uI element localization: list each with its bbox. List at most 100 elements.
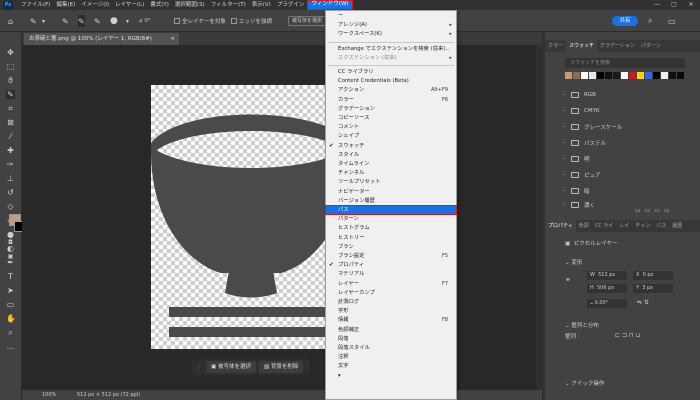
- remove-background-button[interactable]: ▨ 背景を削除: [258, 361, 304, 373]
- swatch-color[interactable]: [629, 72, 636, 79]
- swatch-group-grayscale[interactable]: › グレースケール: [563, 120, 693, 134]
- menu-item[interactable]: Content Credentials (Beta): [326, 77, 456, 85]
- swatch-color[interactable]: [621, 72, 628, 79]
- y-field[interactable]: Y 3 px: [633, 284, 673, 293]
- menu-file[interactable]: ファイル(F): [18, 0, 53, 10]
- menu-view[interactable]: 表示(V): [249, 0, 274, 10]
- menu-item[interactable]: 情報 F8: [326, 316, 456, 324]
- maximize-icon[interactable]: ▢: [667, 0, 681, 10]
- tab-history[interactable]: 履歴: [669, 220, 685, 232]
- brush-size-icon[interactable]: ●: [110, 15, 118, 27]
- type-tool-icon[interactable]: T: [6, 272, 15, 281]
- menu-item[interactable]: カラー F6: [326, 96, 456, 104]
- swatch-color[interactable]: [581, 72, 588, 79]
- menu-item[interactable]: 字形: [326, 307, 456, 315]
- swatch-color[interactable]: [637, 72, 644, 79]
- swatch-color[interactable]: [597, 72, 604, 79]
- menu-item[interactable]: Exchange でエクステンションを検索 (従来)...: [326, 45, 456, 53]
- width-field[interactable]: W 512 px: [587, 271, 627, 280]
- swatch-color[interactable]: [565, 72, 572, 79]
- brush-tool-icon[interactable]: ✑: [6, 160, 15, 169]
- quick-mask-icon[interactable]: ◘: [6, 238, 15, 247]
- menu-item[interactable]: パス: [325, 204, 457, 216]
- menu-item[interactable]: ヒストグラム: [326, 224, 456, 232]
- menu-item[interactable]: プロパティ ✔: [326, 261, 456, 269]
- menu-filter[interactable]: フィルター(T): [208, 0, 249, 10]
- menu-item[interactable]: タイムライン: [326, 160, 456, 168]
- swatch-group-pastel[interactable]: › パステル: [563, 136, 693, 150]
- zoom-level[interactable]: 100%: [42, 390, 56, 400]
- menu-layer[interactable]: レイヤー(L): [112, 0, 147, 10]
- swatch-color[interactable]: [645, 72, 652, 79]
- menu-item[interactable]: マテリアル: [326, 270, 456, 278]
- menu-item[interactable]: CC ライブラリ: [326, 68, 456, 76]
- swatch-color[interactable]: [661, 72, 668, 79]
- swatch-color[interactable]: [669, 72, 676, 79]
- tab-gradient[interactable]: グラデーション: [597, 40, 638, 52]
- workspace-icon[interactable]: ▭: [668, 15, 676, 27]
- menu-item[interactable]: ヒストリー: [326, 234, 456, 242]
- height-field[interactable]: H 506 px: [587, 284, 627, 293]
- quick-actions-header[interactable]: ⌄ クイック操作: [565, 379, 604, 387]
- home-icon[interactable]: ⌂: [8, 15, 13, 27]
- minimize-icon[interactable]: —: [650, 0, 664, 10]
- menu-item[interactable]: レイヤーカンプ: [326, 289, 456, 297]
- new-selection-icon[interactable]: ✎: [62, 15, 69, 27]
- search-icon[interactable]: ⌕: [648, 15, 652, 27]
- drag-handle-icon[interactable]: ⋮: [196, 364, 202, 371]
- stamp-tool-icon[interactable]: ⊥: [6, 174, 15, 183]
- x-field[interactable]: X 0 px: [633, 271, 673, 280]
- tab-swatches[interactable]: スウォッチ: [566, 40, 598, 52]
- swatch-color[interactable]: [677, 72, 684, 79]
- move-tool-icon[interactable]: ✥: [6, 48, 15, 57]
- close-tab-icon[interactable]: ×: [170, 33, 175, 45]
- swatch-color[interactable]: [605, 72, 612, 79]
- chevron-down-icon[interactable]: ▾: [42, 15, 45, 27]
- eraser-tool-icon[interactable]: ◇: [6, 202, 15, 211]
- menu-item[interactable]: パターン: [326, 215, 456, 223]
- swatch-group-rgb[interactable]: › RGB: [563, 88, 693, 102]
- menu-item[interactable]: ブラシ: [326, 243, 456, 251]
- marquee-tool-icon[interactable]: ⬚: [6, 62, 15, 71]
- zoom-tool-icon[interactable]: ⌕: [6, 328, 15, 337]
- menu-item[interactable]: 段落: [326, 335, 456, 343]
- menu-item[interactable]: コピーソース: [326, 114, 456, 122]
- menu-item[interactable]: スタイル: [326, 151, 456, 159]
- swatch-group-light[interactable]: › 明: [563, 152, 693, 166]
- menu-item[interactable]: ▾: [326, 372, 456, 380]
- document-tab[interactable]: お茶碗と箸.png @ 100% (レイヤー 1, RGB/8#) ×: [24, 33, 179, 45]
- menu-select[interactable]: 選択範囲(S): [172, 0, 208, 10]
- eyedropper-tool-icon[interactable]: ⁄: [6, 132, 15, 141]
- angle-field[interactable]: ⊿ 0°: [138, 15, 151, 27]
- add-selection-icon[interactable]: ✎: [78, 15, 85, 27]
- menu-item[interactable]: 色調補正: [326, 326, 456, 334]
- menu-item[interactable]: バージョン履歴: [326, 197, 456, 205]
- swatch-color[interactable]: [589, 72, 596, 79]
- hand-tool-icon[interactable]: ✋: [6, 314, 16, 323]
- menu-window[interactable]: ウィンドウ(W): [307, 0, 353, 10]
- tab-channels[interactable]: チャン: [632, 220, 653, 232]
- menu-plugins[interactable]: プラグイン: [274, 0, 308, 10]
- swatch-color[interactable]: [613, 72, 620, 79]
- brush-dropdown-icon[interactable]: ▾: [126, 15, 129, 27]
- swatch-group-cmyk[interactable]: › CMYK: [563, 104, 693, 118]
- menu-item[interactable]: レイヤー F7: [326, 280, 456, 288]
- swatch-group-dark[interactable]: › 暗: [563, 184, 693, 198]
- more-tools-icon[interactable]: …: [6, 342, 15, 351]
- swatch-color[interactable]: [573, 72, 580, 79]
- screen-mode-icon[interactable]: ▣: [6, 252, 15, 261]
- enhance-edge-checkbox[interactable]: エッジを強調: [231, 15, 272, 27]
- quick-selection-tool-icon[interactable]: ✎: [6, 90, 15, 99]
- tab-paths[interactable]: パス: [653, 220, 669, 232]
- path-selection-icon[interactable]: ➤: [6, 286, 15, 295]
- document-canvas[interactable]: [151, 85, 351, 349]
- menu-item[interactable]: コメント: [326, 123, 456, 131]
- menu-item[interactable]: 計測ログ: [326, 298, 456, 306]
- menu-edit[interactable]: 編集(E): [53, 0, 78, 10]
- healing-brush-icon[interactable]: ✚: [6, 146, 15, 155]
- canvas-area[interactable]: ⋮ ▣ 被写体を選択 ▨ 背景を削除: [22, 45, 542, 390]
- align-buttons-icons[interactable]: ⊏⊐⊓⊔: [615, 332, 642, 339]
- share-button[interactable]: 共有: [612, 16, 638, 26]
- menu-item[interactable]: グラデーション: [326, 105, 456, 113]
- menu-item[interactable]: ツールプリセット: [326, 178, 456, 186]
